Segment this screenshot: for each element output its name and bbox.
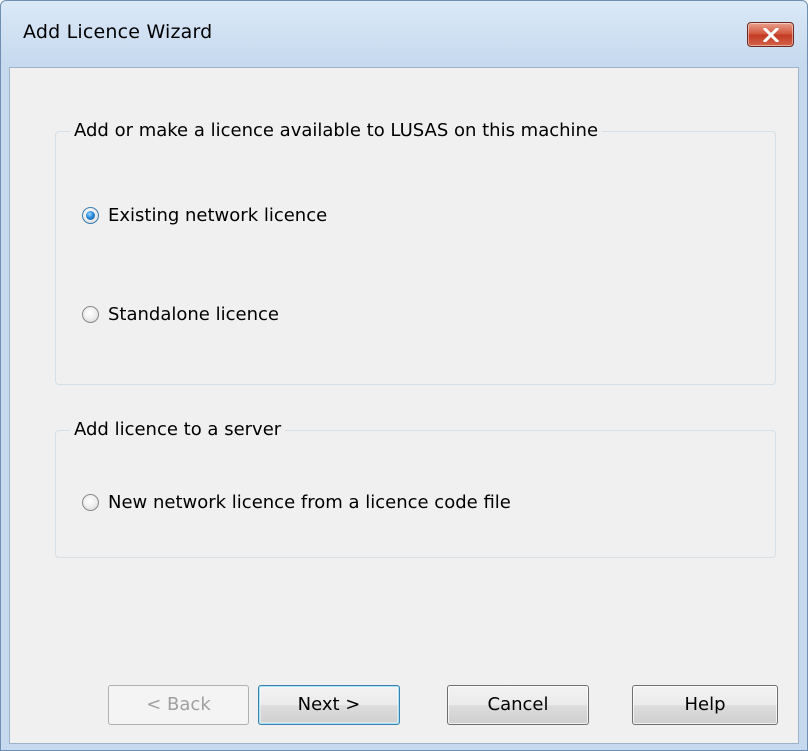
radio-dot: [86, 210, 95, 220]
radio-button[interactable]: [82, 305, 99, 323]
machine-licence-group: Add or make a licence available to LUSAS…: [55, 119, 776, 385]
radio-new-network-licence[interactable]: New network licence from a licence code …: [82, 490, 511, 514]
radio-standalone-licence[interactable]: Standalone licence: [82, 302, 279, 326]
back-button[interactable]: < Back: [108, 685, 249, 725]
window-title: Add Licence Wizard: [23, 21, 213, 43]
radio-label: Standalone licence: [108, 303, 279, 325]
title-bar[interactable]: Add Licence Wizard: [1, 1, 807, 67]
radio-button[interactable]: [82, 493, 99, 511]
radio-label: New network licence from a licence code …: [108, 491, 511, 513]
radio-button-checked[interactable]: [82, 206, 99, 224]
next-button[interactable]: Next >: [258, 685, 400, 725]
close-icon: [763, 28, 779, 42]
radio-label: Existing network licence: [108, 204, 328, 226]
close-button[interactable]: [747, 22, 794, 47]
dialog-window: Add Licence Wizard Add or make a licence…: [0, 0, 808, 751]
cancel-button[interactable]: Cancel: [447, 685, 589, 725]
server-licence-group: Add licence to a server New network lice…: [55, 418, 776, 558]
dialog-client-area: Add or make a licence available to LUSAS…: [9, 67, 799, 744]
radio-existing-network-licence[interactable]: Existing network licence: [82, 203, 327, 227]
help-button[interactable]: Help: [632, 685, 778, 725]
server-licence-group-title: Add licence to a server: [70, 418, 286, 442]
machine-licence-group-title: Add or make a licence available to LUSAS…: [70, 119, 603, 143]
